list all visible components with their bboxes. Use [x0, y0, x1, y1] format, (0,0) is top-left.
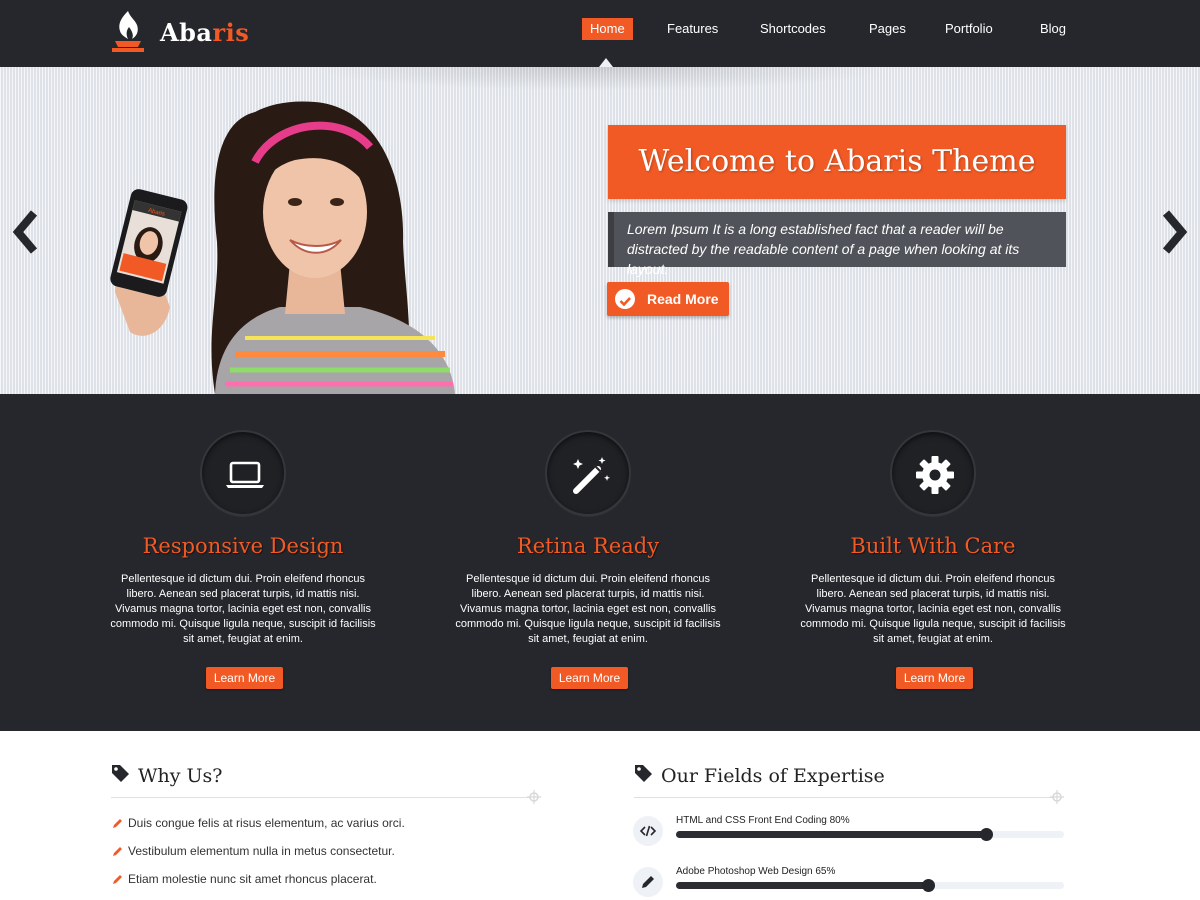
flame-logo-icon: [110, 9, 146, 55]
check-icon: [615, 289, 635, 309]
pencil-icon: [112, 873, 123, 889]
skill-knob: [980, 828, 994, 841]
why-us-title: Why Us?: [138, 765, 223, 787]
nav-item-blog[interactable]: Blog: [1040, 18, 1066, 40]
tag-icon: [634, 764, 653, 788]
section-divider: [111, 797, 531, 798]
skill-fill: [676, 831, 987, 838]
why-us-list: Duis congue felis at risus elementum, ac…: [112, 815, 405, 899]
feature-text: Pellentesque id dictum dui. Proin eleife…: [110, 573, 376, 645]
learn-more-button[interactable]: Learn More: [551, 667, 628, 689]
slider-prev-arrow-icon[interactable]: [8, 207, 42, 257]
expertise-heading: Our Fields of Expertise: [634, 763, 885, 789]
list-item: Duis congue felis at risus elementum, ac…: [112, 815, 405, 843]
pencil-icon: [112, 845, 123, 861]
hero-slider: Abaris Welcome to Abaris Theme Lorem Ips…: [0, 67, 1200, 394]
pencil-icon: [112, 817, 123, 833]
skill-bar: HTML and CSS Front End Coding 80%: [633, 815, 1065, 856]
crosshair-icon: [527, 790, 541, 804]
crosshair-icon: [1050, 790, 1064, 804]
expertise-title: Our Fields of Expertise: [661, 765, 885, 787]
learn-more-button[interactable]: Learn More: [896, 667, 973, 689]
list-item: Etiam molestie nunc sit amet rhoncus pla…: [112, 871, 405, 899]
hero-person-image: Abaris: [105, 92, 465, 394]
hero-top-shadow: [300, 67, 900, 91]
nav-item-shortcodes[interactable]: Shortcodes: [760, 18, 826, 40]
active-nav-caret: [599, 58, 613, 67]
list-item: Vestibulum elementum nulla in metus cons…: [112, 843, 405, 871]
skill-knob: [922, 879, 936, 892]
laptop-icon: [200, 430, 286, 516]
learn-more-button[interactable]: Learn More: [206, 667, 283, 689]
feature-title: Built With Care: [850, 534, 1016, 558]
brand-name: Abaris: [160, 17, 250, 47]
feature-title: Retina Ready: [516, 534, 660, 558]
why-us-heading: Why Us?: [111, 763, 223, 789]
section-divider: [634, 797, 1054, 798]
hero-description: Lorem Ipsum It is a long established fac…: [608, 212, 1066, 277]
hero-title: Welcome to Abaris Theme: [608, 125, 1066, 199]
skill-label: Adobe Photoshop Web Design 65%: [676, 866, 836, 877]
nav-item-features[interactable]: Features: [667, 18, 718, 40]
gear-icon: [890, 430, 976, 516]
skill-label: HTML and CSS Front End Coding 80%: [676, 815, 850, 826]
site-logo[interactable]: Abaris: [110, 8, 249, 56]
read-more-button[interactable]: Read More: [607, 282, 729, 316]
read-more-label: Read More: [647, 291, 719, 307]
pencil-icon: [633, 867, 663, 897]
slider-next-arrow-icon[interactable]: [1158, 207, 1192, 257]
content-section: Why Us? Duis congue felis at risus eleme…: [0, 731, 1200, 900]
feature-title: Responsive Design: [142, 534, 344, 558]
site-header: Abaris Home Features Shortcodes Pages Po…: [0, 0, 1200, 67]
magic-wand-icon: [545, 430, 631, 516]
features-section: Responsive Design Pellentesque id dictum…: [0, 394, 1200, 731]
tag-icon: [111, 764, 130, 788]
nav-item-pages[interactable]: Pages: [869, 18, 906, 40]
skill-bar: Adobe Photoshop Web Design 65%: [633, 866, 1065, 900]
nav-item-home[interactable]: Home: [582, 18, 633, 40]
feature-text: Pellentesque id dictum dui. Proin eleife…: [455, 573, 721, 645]
skill-track: [676, 828, 1064, 841]
code-icon: [633, 816, 663, 846]
nav-item-portfolio[interactable]: Portfolio: [945, 18, 993, 40]
feature-text: Pellentesque id dictum dui. Proin eleife…: [800, 573, 1066, 645]
skill-track: [676, 879, 1064, 892]
skill-fill: [676, 882, 929, 889]
